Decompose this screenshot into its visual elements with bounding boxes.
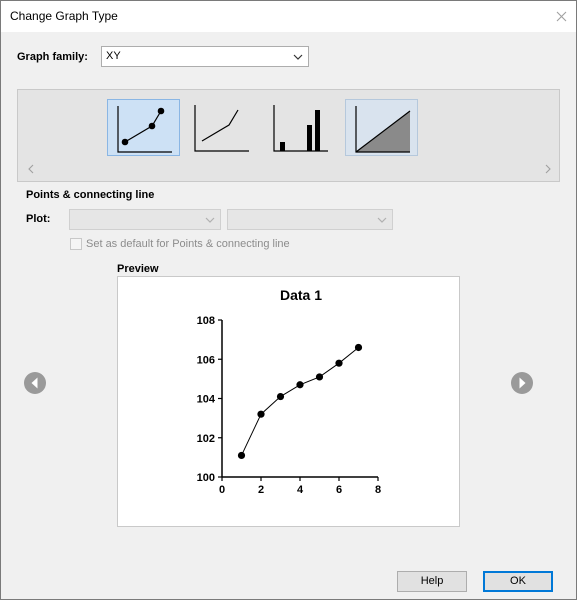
close-icon	[556, 11, 566, 21]
preview-panel: Data 1 100 102 104 106 108 0 2 4 6 8	[117, 276, 460, 527]
chevron-down-icon	[377, 217, 387, 223]
scroll-left-icon[interactable]	[26, 163, 36, 175]
data-point	[237, 451, 246, 460]
x-tick-label: 2	[258, 484, 264, 496]
scroll-right-icon[interactable]	[543, 163, 553, 175]
gallery-item-line[interactable]	[185, 99, 258, 156]
data-point	[315, 373, 324, 381]
data-point	[276, 392, 285, 401]
plot-select-secondary[interactable]	[227, 209, 393, 230]
bar-spike-graph-icon	[273, 105, 328, 152]
y-tick-label: 106	[197, 354, 215, 366]
graph-family-label: Graph family:	[17, 51, 88, 63]
plot-label: Plot:	[26, 213, 51, 225]
data-point	[296, 381, 304, 389]
points-connecting-line-graph-icon	[117, 106, 172, 153]
gallery-item-area-fill[interactable]	[345, 99, 418, 156]
section-title: Points & connecting line	[26, 189, 155, 201]
close-button[interactable]	[550, 5, 572, 27]
gallery-item-points-connecting-line[interactable]	[107, 99, 180, 156]
data-point	[257, 410, 265, 418]
previous-arrow-icon[interactable]	[23, 371, 47, 395]
graph-type-gallery	[17, 89, 560, 182]
title-bar: Change Graph Type	[1, 1, 576, 32]
preview-chart: Data 1 100 102 104 106 108 0 2 4 6 8	[197, 287, 381, 496]
data-point	[335, 359, 343, 367]
dialog-title: Change Graph Type	[10, 9, 118, 23]
data-point	[354, 343, 363, 352]
plot-select-primary[interactable]	[69, 209, 221, 230]
x-tick-label: 6	[336, 484, 342, 496]
chart-title: Data 1	[280, 287, 322, 303]
chevron-down-icon	[205, 217, 215, 223]
y-tick-label: 108	[197, 315, 215, 327]
y-tick-label: 104	[197, 394, 216, 406]
y-tick-label: 100	[197, 472, 215, 484]
x-tick-label: 0	[219, 484, 225, 496]
graph-family-value: XY	[106, 50, 121, 62]
area-fill-graph-icon	[355, 106, 411, 153]
gallery-item-spikes[interactable]	[264, 99, 337, 156]
preview-label: Preview	[117, 263, 159, 275]
y-tick-label: 102	[197, 433, 215, 445]
x-tick-label: 8	[375, 484, 381, 496]
ok-button[interactable]: OK	[483, 571, 553, 592]
next-arrow-icon[interactable]	[510, 371, 534, 395]
set-default-checkbox[interactable]	[70, 238, 82, 250]
graph-family-select[interactable]: XY	[101, 46, 309, 67]
help-button[interactable]: Help	[397, 571, 467, 592]
change-graph-type-dialog: Change Graph Type Graph family: XY Point…	[0, 0, 577, 600]
set-default-label: Set as default for Points & connecting l…	[86, 238, 290, 250]
line-graph-icon	[194, 105, 249, 152]
chevron-down-icon	[293, 54, 303, 60]
x-tick-label: 4	[297, 484, 304, 496]
